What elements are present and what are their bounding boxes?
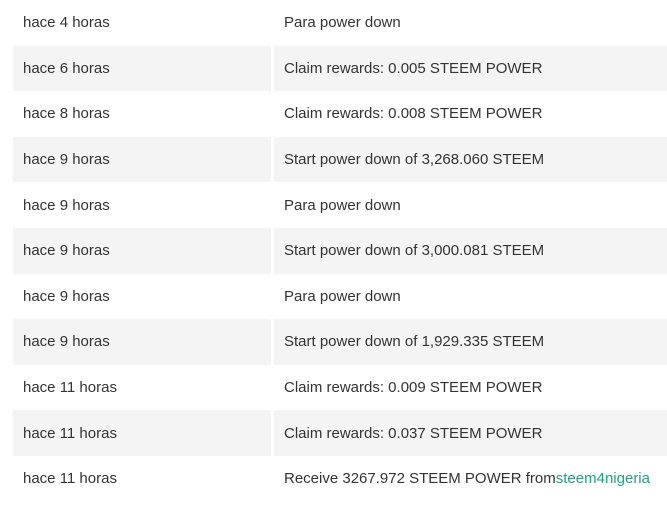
history-description: Start power down of 3,000.081 STEEM — [274, 227, 667, 274]
history-time: hace 6 horas — [13, 45, 271, 92]
history-row: hace 9 horas Para power down — [13, 182, 667, 228]
history-row: hace 9 horas Start power down of 1,929.3… — [13, 319, 667, 365]
history-description: Claim rewards: 0.009 STEEM POWER — [284, 379, 543, 397]
history-description: Claim rewards: 0.008 STEEM POWER — [284, 105, 543, 123]
history-description-text: Receive 3267.972 STEEM POWER from — [284, 470, 556, 488]
history-description: Start power down of 1,929.335 STEEM — [274, 319, 667, 365]
history-row: hace 9 horas Start power down of 3,268.0… — [13, 136, 667, 183]
history-description: Para power down — [284, 287, 401, 305]
history-row: hace 8 horas Claim rewards: 0.008 STEEM … — [13, 91, 667, 137]
history-time: hace 4 horas — [23, 14, 110, 32]
history-description: Claim rewards: 0.037 STEEM POWER — [274, 410, 667, 456]
history-row: hace 9 horas Para power down — [13, 273, 667, 320]
history-time: hace 9 horas — [13, 136, 271, 183]
history-time: hace 11 horas — [13, 410, 271, 456]
history-description: Start power down of 3,268.060 STEEM — [274, 136, 667, 183]
account-link[interactable]: steem4nigeria — [556, 470, 650, 487]
history-description: Para power down — [284, 14, 401, 32]
history-row: hace 11 horas Receive 3267.972 STEEM POW… — [13, 455, 667, 502]
history-time: hace 9 horas — [23, 196, 110, 214]
history-row: hace 6 horas Claim rewards: 0.005 STEEM … — [13, 45, 667, 92]
history-description: Para power down — [284, 196, 401, 214]
history-row: hace 9 horas Start power down of 3,000.0… — [13, 227, 667, 274]
history-time: hace 9 horas — [13, 227, 271, 274]
history-row: hace 11 horas Claim rewards: 0.037 STEEM… — [13, 410, 667, 456]
history-row: hace 4 horas Para power down — [13, 0, 667, 46]
history-time: hace 9 horas — [23, 287, 110, 305]
history-time: hace 9 horas — [13, 319, 271, 365]
history-description: Claim rewards: 0.005 STEEM POWER — [274, 45, 667, 92]
history-row: hace 11 horas Claim rewards: 0.009 STEEM… — [13, 364, 667, 411]
wallet-history-table: hace 4 horas Para power down hace 6 hora… — [13, 0, 667, 502]
history-description: Receive 3267.972 STEEM POWER from steem4… — [274, 456, 667, 502]
history-time: hace 11 horas — [23, 379, 117, 397]
history-time: hace 8 horas — [23, 105, 110, 123]
history-time: hace 11 horas — [23, 470, 117, 488]
